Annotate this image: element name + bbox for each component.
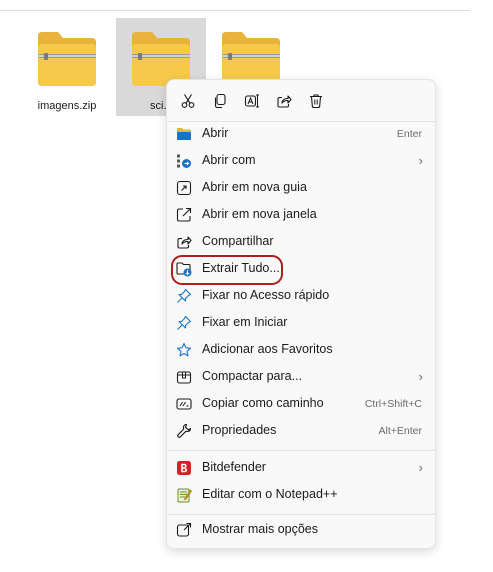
delete-button[interactable] xyxy=(305,90,327,112)
menu-item-copy-as-path[interactable]: Copiar como caminho Ctrl+Shift+C xyxy=(167,391,435,417)
notepad-plus-plus-icon xyxy=(176,487,192,503)
menu-item-compress-to[interactable]: Compactar para... › xyxy=(167,364,435,390)
share-icon xyxy=(277,95,292,108)
menu-item-label: Compartilhar xyxy=(202,234,274,248)
menu-item-label: Adicionar aos Favoritos xyxy=(202,342,333,356)
menu-item-label: Abrir em nova guia xyxy=(202,180,307,194)
context-menu: Abrir Enter Abrir com › Abrir em nova gu… xyxy=(166,79,436,549)
menu-item-more-options[interactable]: Mostrar mais opções xyxy=(167,517,435,543)
file-item-zip[interactable]: imagens.zip xyxy=(22,18,112,116)
compress-icon xyxy=(176,369,192,385)
menu-item-label: Bitdefender xyxy=(202,460,266,474)
share-button[interactable] xyxy=(273,90,295,112)
pin-icon xyxy=(176,288,192,304)
menu-item-open-with[interactable]: Abrir com › xyxy=(167,148,435,174)
menu-item-bitdefender[interactable]: Bitdefender › xyxy=(167,455,435,481)
menu-item-open-new-window[interactable]: Abrir em nova janela xyxy=(167,202,435,228)
menu-item-edit-notepad[interactable]: Editar com o Notepad++ xyxy=(167,482,435,508)
menu-item-label: Propriedades xyxy=(202,423,277,437)
star-icon xyxy=(176,342,192,358)
new-tab-icon xyxy=(176,180,192,196)
menu-item-pin-start[interactable]: Fixar em Iniciar xyxy=(167,310,435,336)
menu-item-label: Editar com o Notepad++ xyxy=(202,487,338,501)
pin-icon xyxy=(176,315,192,331)
cut-icon xyxy=(181,94,195,108)
menu-item-label: Abrir xyxy=(202,126,229,140)
open-in-new-window-icon xyxy=(176,207,192,223)
bitdefender-icon xyxy=(176,460,192,476)
cut-button[interactable] xyxy=(177,90,199,112)
quick-actions-bar xyxy=(175,86,345,116)
menu-item-label: Abrir em nova janela xyxy=(202,207,317,221)
rename-icon xyxy=(244,94,259,108)
chevron-right-icon: › xyxy=(418,153,423,168)
highlight-annotation xyxy=(171,255,283,285)
zip-folder-icon xyxy=(38,32,96,86)
more-options-icon xyxy=(176,522,192,538)
delete-icon xyxy=(310,94,322,109)
menu-item-label: Fixar em Iniciar xyxy=(202,315,288,329)
menu-item-label: Mostrar mais opções xyxy=(202,522,319,536)
file-name: imagens.zip xyxy=(37,100,97,112)
chevron-right-icon: › xyxy=(418,369,423,384)
menu-item-share[interactable]: Compartilhar xyxy=(167,229,435,255)
shortcut-label: Alt+Enter xyxy=(378,425,422,437)
share-icon xyxy=(176,234,192,250)
rename-button[interactable] xyxy=(241,90,263,112)
folder-open-icon xyxy=(176,126,192,142)
menu-item-open-new-tab[interactable]: Abrir em nova guia xyxy=(167,175,435,201)
copy-button[interactable] xyxy=(209,90,231,112)
chevron-right-icon: › xyxy=(418,460,423,475)
copy-icon xyxy=(214,93,226,109)
menu-item-properties[interactable]: Propriedades Alt+Enter xyxy=(167,418,435,444)
shortcut-label: Ctrl+Shift+C xyxy=(364,398,422,410)
menu-separator xyxy=(167,514,435,515)
wrench-icon xyxy=(176,423,192,439)
menu-item-label: Copiar como caminho xyxy=(202,396,324,410)
shortcut-label: Enter xyxy=(396,128,422,140)
menu-separator xyxy=(167,450,435,451)
address-bar-divider xyxy=(0,10,470,11)
menu-item-add-favorites[interactable]: Adicionar aos Favoritos xyxy=(167,337,435,363)
menu-item-label: Compactar para... xyxy=(202,369,303,383)
menu-item-open[interactable]: Abrir Enter xyxy=(167,121,435,147)
menu-item-label: Fixar no Acesso rápido xyxy=(202,288,330,302)
open-with-icon xyxy=(176,153,192,169)
menu-item-pin-quick-access[interactable]: Fixar no Acesso rápido xyxy=(167,283,435,309)
menu-item-label: Abrir com xyxy=(202,153,256,167)
copy-path-icon xyxy=(176,396,192,412)
